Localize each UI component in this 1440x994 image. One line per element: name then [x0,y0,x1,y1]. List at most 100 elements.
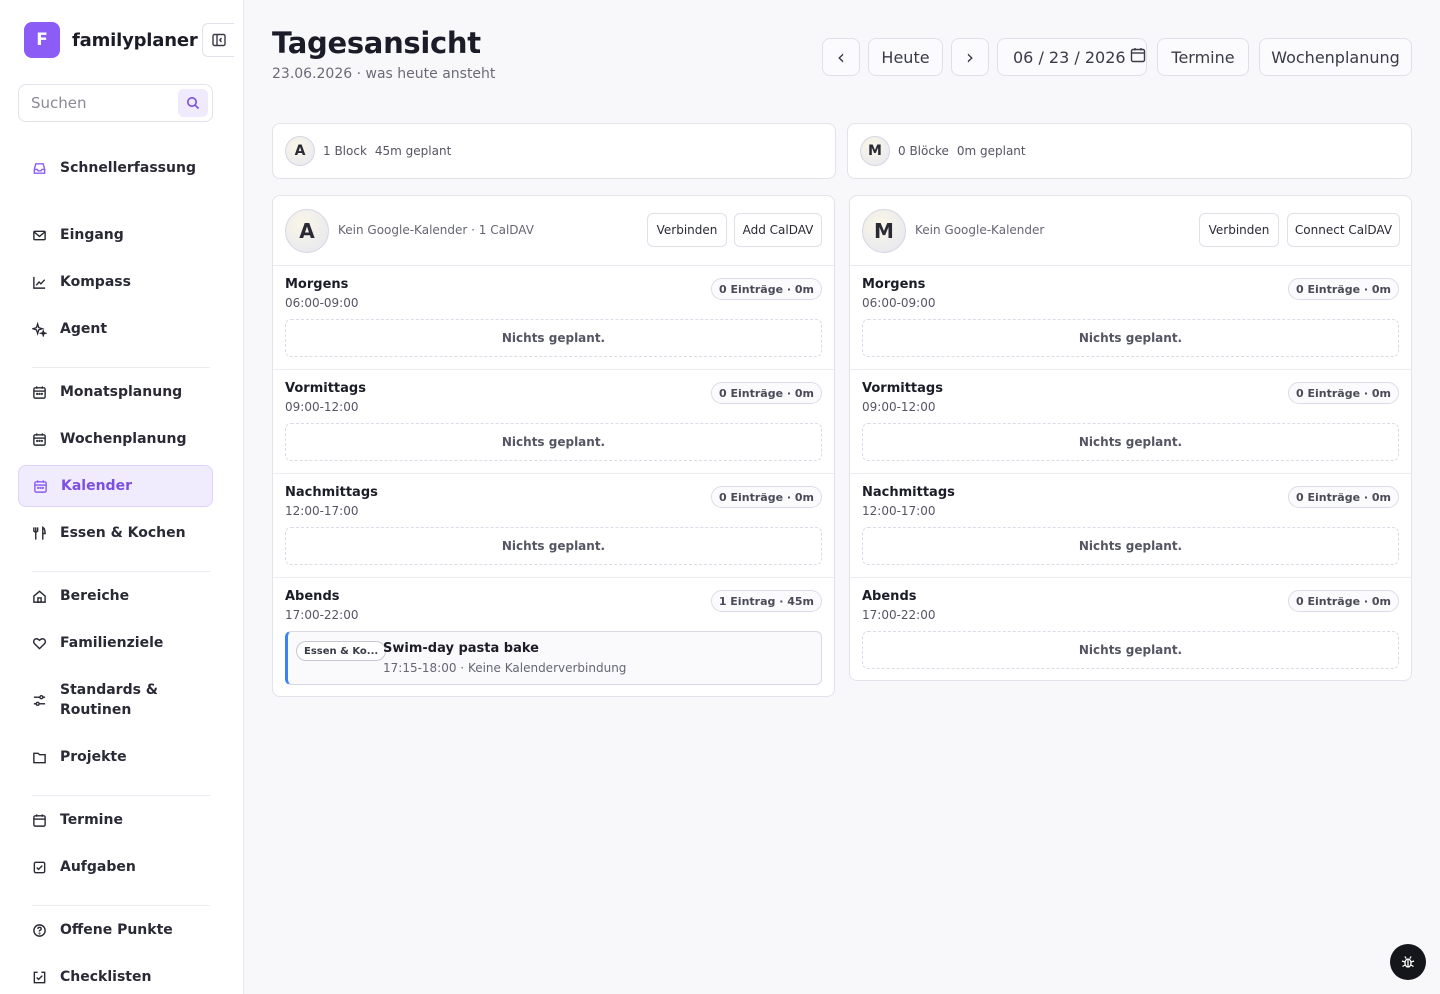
search-button[interactable] [178,89,208,117]
time-slot: Morgens 06:00-09:00 0 Einträge · 0m Nich… [850,266,1411,370]
time-slot: Abends 17:00-22:00 1 Eintrag · 45m Essen… [273,578,834,696]
connect-button[interactable]: Verbinden [1199,213,1279,247]
add-caldav-button[interactable]: Add CalDAV [734,213,822,247]
sidebar-item-family-goals[interactable]: Familienziele [18,622,213,664]
sidebar-item-inbox[interactable]: Eingang [18,214,213,256]
sidebar: F familyplaner Schnellerfassung Eingang … [0,0,244,994]
summary-planned: 45m geplant [374,144,452,158]
calendar-icon [31,431,47,447]
empty-slot-dropzone[interactable]: Nichts geplant. [285,319,822,357]
event-category-tag: Essen & Ko... [296,641,387,661]
next-day-button[interactable]: › [951,38,989,76]
brand[interactable]: F familyplaner [24,22,198,58]
sidebar-collapse-button[interactable] [202,23,234,57]
inbox-tray-icon [31,160,47,176]
sidebar-item-agent[interactable]: Agent [18,308,213,350]
avatar: A [285,209,329,253]
sidebar-item-tasks[interactable]: Aufgaben [18,846,213,888]
sidebar-divider [32,795,210,796]
sidebar-item-label: Standards & Routinen [60,682,158,718]
slot-count-badge: 0 Einträge · 0m [711,486,822,508]
sidebar-item-quick-capture[interactable]: Schnellerfassung [18,147,213,189]
empty-slot-dropzone[interactable]: Nichts geplant. [285,527,822,565]
slot-name: Abends [862,589,917,604]
slot-name: Nachmittags [285,485,378,500]
sidebar-item-label: Eingang [60,227,124,243]
checkbox-icon [31,859,47,875]
slot-name: Vormittags [285,381,366,396]
weekly-planning-button[interactable]: Wochenplanung [1259,38,1412,76]
sidebar-item-label: Termine [60,812,123,828]
calendar-icon [31,384,47,400]
sidebar-item-calendar[interactable]: Kalender [18,465,213,507]
sidebar-item-monthly[interactable]: Monatsplanung [18,371,213,413]
sidebar-item-appointments[interactable]: Termine [18,799,213,841]
slot-time: 09:00-12:00 [862,400,936,414]
sidebar-item-areas[interactable]: Bereiche [18,575,213,617]
sidebar-item-checklists[interactable]: Checklisten [18,956,213,994]
calendar-icon[interactable] [1130,47,1146,67]
time-slot: Vormittags 09:00-12:00 0 Einträge · 0m N… [273,370,834,474]
event-card[interactable]: Essen & Ko... Swim-day pasta bake 17:15-… [285,631,822,685]
empty-slot-dropzone[interactable]: Nichts geplant. [862,423,1399,461]
sidebar-item-weekly[interactable]: Wochenplanung [18,418,213,460]
slot-count-badge: 0 Einträge · 0m [1288,278,1399,300]
page-title: Tagesansicht [272,26,481,60]
sidebar-item-label: Familienziele [60,635,164,651]
sidebar-item-label: Agent [60,321,108,337]
empty-slot-dropzone[interactable]: Nichts geplant. [862,527,1399,565]
sidebar-item-label: Essen & Kochen [60,525,186,541]
slot-time: 06:00-09:00 [285,296,359,310]
event-title: Swim-day pasta bake [383,641,539,656]
sidebar-item-projects[interactable]: Projekte [18,736,213,778]
summary-blocks: 1 Block [323,144,367,158]
time-slot: Abends 17:00-22:00 0 Einträge · 0m Nicht… [850,578,1411,680]
person-day-column: M Kein Google-Kalender Verbinden Connect… [849,195,1412,681]
sidebar-item-label: Projekte [60,749,127,765]
slot-name: Nachmittags [862,485,955,500]
sidebar-item-label: Kompass [60,274,131,290]
summary-blocks: 0 Blöcke [898,144,949,158]
prev-day-button[interactable]: ‹ [822,38,860,76]
sidebar-item-compass[interactable]: Kompass [18,261,213,303]
date-value: 06 / 23 / 2026 [1013,47,1126,67]
empty-slot-dropzone[interactable]: Nichts geplant. [862,631,1399,669]
connect-button[interactable]: Verbinden [647,213,727,247]
slot-time: 12:00-17:00 [862,504,936,518]
help-circle-icon [31,922,47,938]
slot-time: 17:00-22:00 [285,608,359,622]
search-box [18,84,213,122]
sidebar-item-label: Schnellerfassung [60,160,196,176]
avatar: M [860,136,890,166]
calendar-icon [31,812,47,828]
sidebar-divider [32,367,210,368]
slot-time: 06:00-09:00 [862,296,936,310]
sidebar-item-label: Wochenplanung [60,431,187,447]
sliders-icon [31,692,47,708]
date-picker-input[interactable]: 06 / 23 / 2026 [997,38,1147,76]
page-subtitle: 23.06.2026 · was heute ansteht [272,66,496,82]
today-button[interactable]: Heute [868,38,943,76]
empty-slot-dropzone[interactable]: Nichts geplant. [285,423,822,461]
heart-icon [31,635,47,651]
slot-time: 12:00-17:00 [285,504,359,518]
sidebar-item-standards[interactable]: Standards & Routinen [18,674,213,726]
time-slot: Nachmittags 12:00-17:00 0 Einträge · 0m … [850,474,1411,578]
search-input[interactable] [31,94,181,112]
appointments-button[interactable]: Termine [1157,38,1249,76]
empty-slot-dropzone[interactable]: Nichts geplant. [862,319,1399,357]
bug-icon [1401,956,1415,968]
debug-button[interactable] [1390,944,1426,980]
connect-caldav-button[interactable]: Connect CalDAV [1287,213,1400,247]
sidebar-item-food[interactable]: Essen & Kochen [18,512,213,554]
column-header: A Kein Google-Kalender · 1 CalDAV Verbin… [273,196,834,266]
time-slot: Nachmittags 12:00-17:00 0 Einträge · 0m … [273,474,834,578]
sidebar-item-open-points[interactable]: Offene Punkte [18,909,213,951]
slot-name: Abends [285,589,340,604]
sidebar-item-label: Bereiche [60,588,130,604]
column-header: M Kein Google-Kalender Verbinden Connect… [850,196,1411,266]
sidebar-collapse-icon [211,33,226,47]
sidebar-item-label: Aufgaben [60,859,136,875]
avatar: M [862,209,906,253]
search-icon [187,97,200,110]
